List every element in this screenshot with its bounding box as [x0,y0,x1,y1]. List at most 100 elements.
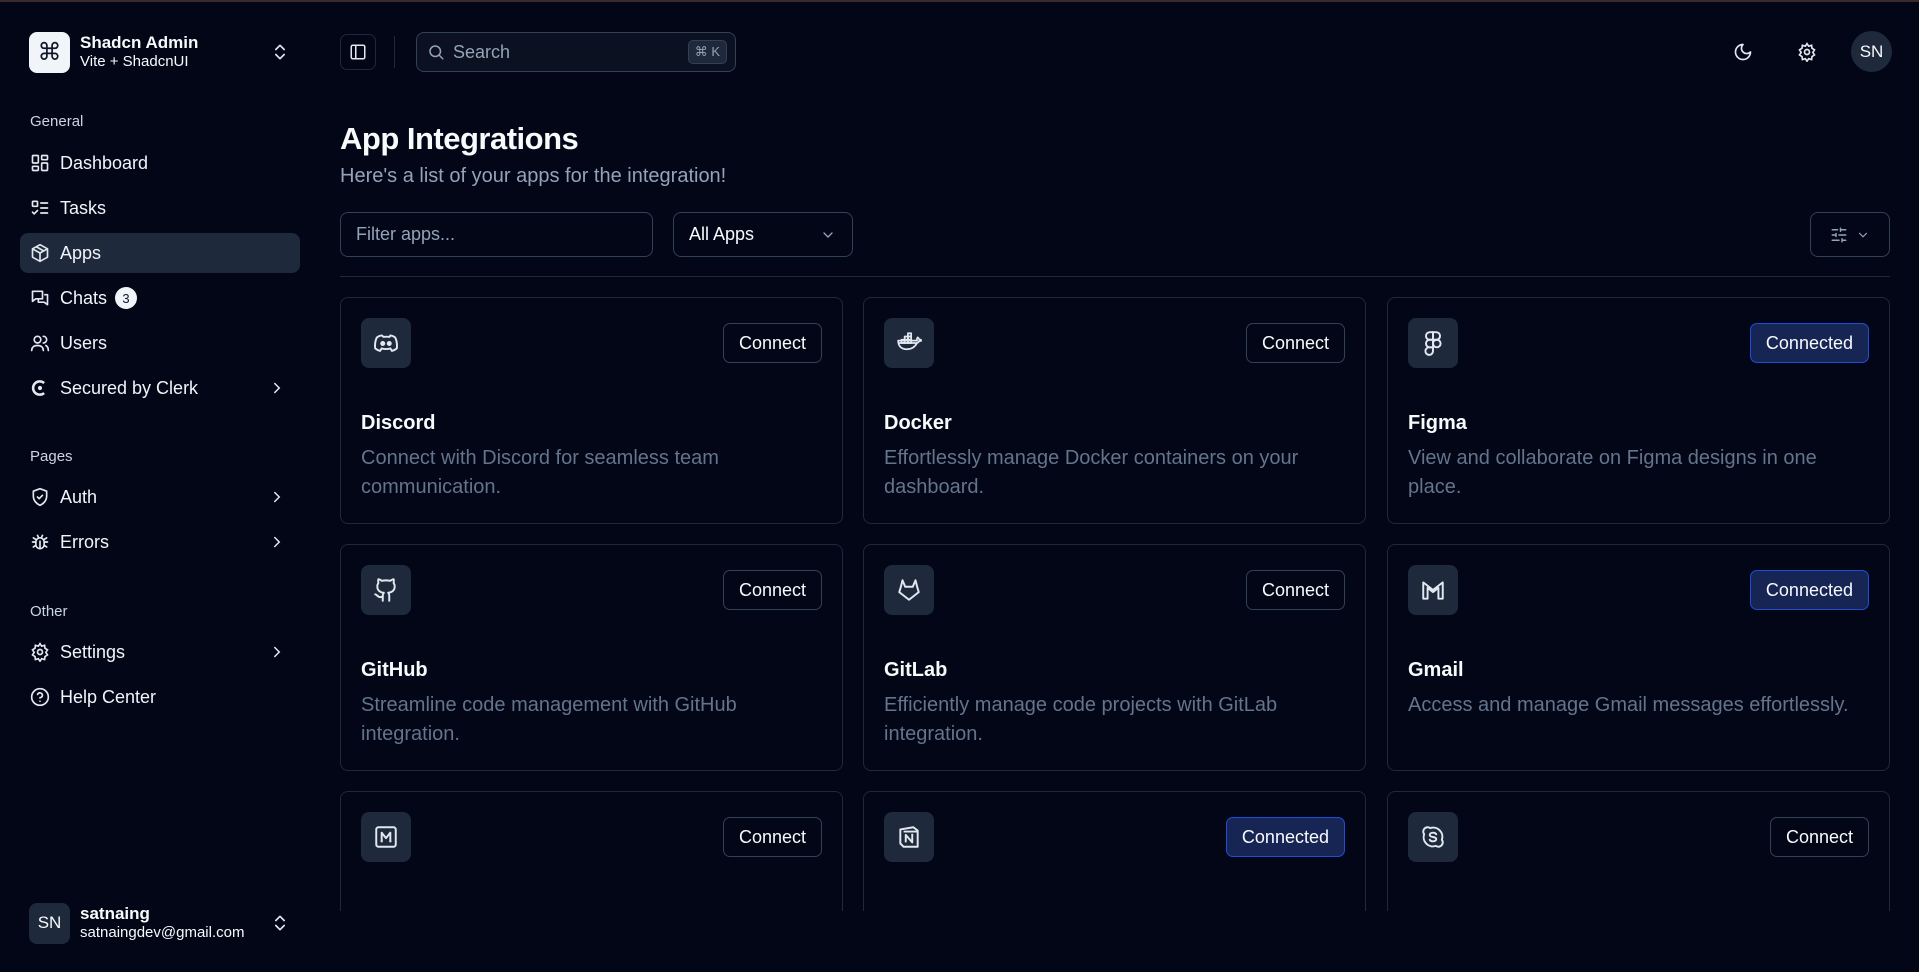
sidebar-item-apps[interactable]: Apps [20,233,300,273]
sidebar-item-label: Help Center [60,686,157,707]
app-name: Gmail [1408,659,1464,681]
layout-dashboard-icon [31,154,49,172]
chevron-right-icon [274,382,281,394]
app-card-gmail: Connected Gmail Access and manage Gmail … [1387,544,1890,771]
group-label-pages: Pages [30,448,73,465]
chevron-right-icon [274,491,281,503]
sidebar-item-chats[interactable]: Chats 3 [20,278,300,318]
sidebar-item-label: Settings [60,641,126,662]
app-card-discord: Connect Discord Connect with Discord for… [340,297,843,524]
app-description: Efficiently manage code projects with Gi… [884,694,1278,745]
connect-button[interactable]: Connect [1769,817,1869,857]
gear-icon [1798,42,1816,62]
app-name: GitLab [884,659,948,681]
app-card-gitlab: Connect GitLab Efficiently manage code p… [863,544,1366,771]
connect-button[interactable]: Connect [1245,570,1345,610]
chevrons-up-down-icon [275,915,285,931]
group-label-general: General [30,113,84,130]
chevrons-up-down-icon [275,44,285,60]
app-card-github: Connect GitHub Streamline code managemen… [340,544,843,771]
moon-icon [1734,43,1752,61]
app-card-docker: Connect Docker Effortlessly manage Docke… [863,297,1366,524]
app-description: Connect with Discord for seamless team c… [361,447,719,498]
filter-apps-input[interactable] [340,212,653,257]
sidebar-item-label: Tasks [60,197,107,218]
sidebar-toggle-button[interactable] [340,34,376,70]
app-card-skype: Connect [1387,791,1890,911]
connect-button[interactable]: Connect [722,570,822,610]
figma-icon [1408,318,1458,368]
app-description: Access and manage Gmail messages effortl… [1408,694,1849,716]
theme-toggle-button[interactable] [1725,34,1761,70]
connect-button[interactable]: Connect [1245,323,1345,363]
clerk-icon [31,380,45,396]
sidebar: ⌘ Shadcn Admin Vite + ShadcnUI General D… [0,0,310,972]
command-icon: ⌘ [29,31,70,73]
connected-button[interactable]: Connected [1749,323,1869,363]
sliders-horizontal-icon [1831,227,1847,242]
app-name: Discord [361,412,436,434]
group-label-other: Other [30,603,68,620]
header-divider [394,36,395,68]
user-name: satnaing [80,904,150,923]
bug-icon [31,534,49,550]
sidebar-item-label: Chats [60,287,108,308]
medium-icon [361,812,411,862]
app-card-medium: Connect [340,791,843,911]
page-description: Here's a list of your apps for the integ… [340,165,727,187]
discord-icon [361,318,411,368]
team-subtitle: Vite + ShadcnUI [80,53,189,71]
page-title: App Integrations [340,121,579,156]
skype-icon [1408,812,1458,862]
search-icon [429,45,444,60]
sidebar-item-label: Apps [60,242,102,263]
list-todo-icon [31,200,49,216]
shield-check-icon [32,487,48,507]
sidebar-item-settings[interactable]: Settings [20,632,300,672]
connect-button[interactable]: Connect [722,323,822,363]
chats-count-badge: 3 [115,287,138,309]
team-name: Shadcn Admin [80,32,199,52]
chevron-down-icon [1858,232,1868,238]
help-circle-icon [30,687,50,707]
sidebar-item-tasks[interactable]: Tasks [20,188,300,228]
team-switcher[interactable]: ⌘ Shadcn Admin Vite + ShadcnUI [20,25,300,79]
panel-left-icon [350,44,366,60]
chevron-down-icon [823,232,833,238]
github-icon [361,565,411,615]
avatar: SN [29,902,70,944]
gear-icon [31,642,49,662]
sidebar-item-auth[interactable]: Auth [20,477,300,517]
app-description: Effortlessly manage Docker containers on… [884,447,1299,498]
sidebar-item-label: Users [60,332,108,353]
content-divider [340,276,1890,277]
user-menu[interactable]: SN satnaing satnaingdev@gmail.com [20,896,300,950]
app-type-select[interactable]: All Apps [673,212,853,257]
messages-icon [31,290,49,306]
sort-button[interactable] [1810,212,1890,257]
sidebar-item-dashboard[interactable]: Dashboard [20,143,300,183]
docker-icon [884,318,934,368]
connected-button[interactable]: Connected [1225,817,1345,857]
connected-button[interactable]: Connected [1749,570,1869,610]
avatar[interactable]: SN [1851,31,1892,72]
settings-button[interactable] [1789,34,1825,70]
app-type-value: All Apps [689,224,755,244]
app-name: Docker [884,412,952,434]
chevron-right-icon [274,536,281,548]
app-name: GitHub [361,659,428,681]
search-button[interactable]: Search ⌘ K [416,32,736,72]
apps-grid: Connect Discord Connect with Discord for… [340,297,1890,911]
connect-button[interactable]: Connect [722,817,822,857]
gmail-icon [1408,565,1458,615]
sidebar-item-help-center[interactable]: Help Center [20,677,300,717]
sidebar-item-secured-by-clerk[interactable]: Secured by Clerk [20,368,300,408]
sidebar-item-errors[interactable]: Errors [20,522,300,562]
sidebar-item-label: Errors [60,531,109,552]
app-description: Streamline code management with GitHub i… [361,694,737,745]
app-card-figma: Connected Figma View and collaborate on … [1387,297,1890,524]
sidebar-item-users[interactable]: Users [20,323,300,363]
notion-icon [884,812,934,862]
app-card-notion: Connected [863,791,1366,911]
app-description: View and collaborate on Figma designs in… [1408,447,1817,498]
